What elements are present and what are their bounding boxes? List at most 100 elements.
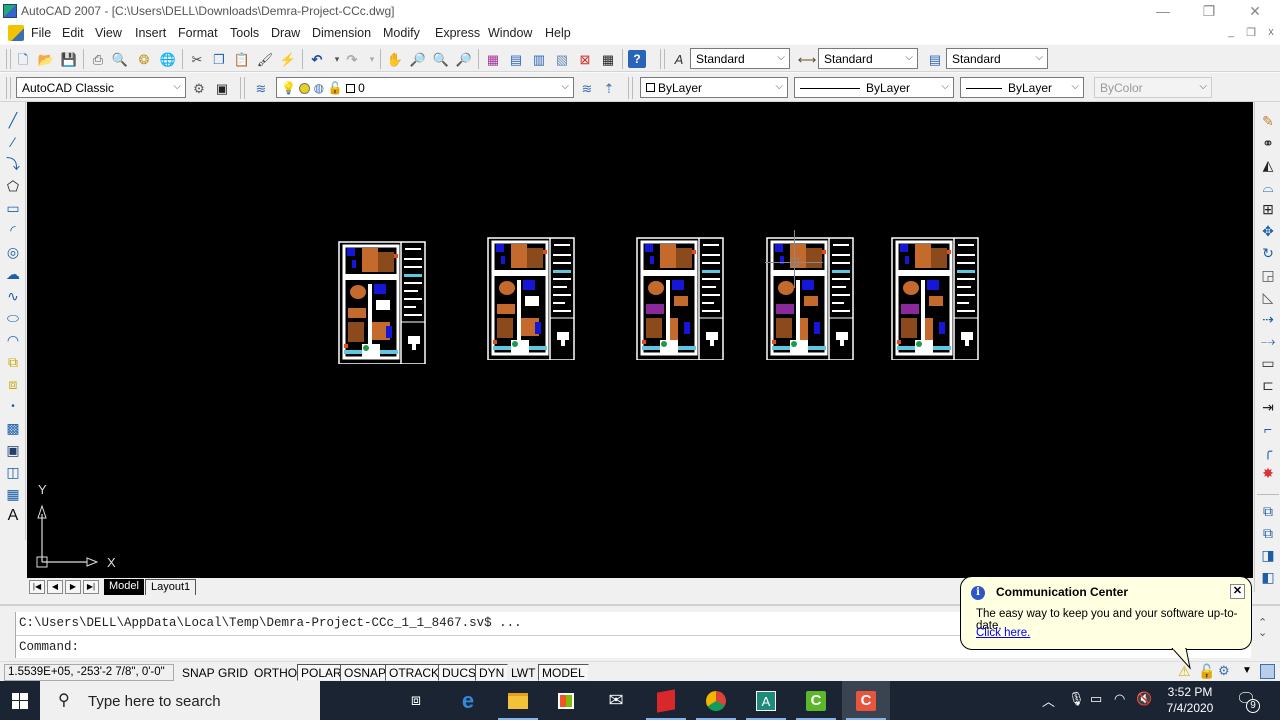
extend-icon[interactable]: ⤍ [1258,332,1278,350]
copy-icon[interactable]: ❐ [210,50,228,68]
array-icon[interactable]: ⊞ [1258,200,1278,218]
autocad-taskbar-icon[interactable]: A [742,681,790,720]
point-icon[interactable]: • [3,397,23,415]
zoom-realtime-icon[interactable]: 🔎 [409,50,427,68]
camtasia-red-icon[interactable]: C [842,681,890,720]
layer-properties-icon[interactable]: ≋ [252,79,270,97]
mirror-icon[interactable]: ◭ [1258,156,1278,174]
publish-icon[interactable]: ❂ [135,50,153,68]
region-icon[interactable]: ◫ [3,463,23,481]
document-icon[interactable] [8,25,24,41]
construction-line-icon[interactable]: ⁄ [3,133,23,151]
camtasia-green-icon[interactable]: C [792,681,840,720]
chamfer-icon[interactable]: ⌐ [1258,420,1278,438]
send-under-icon[interactable]: ◧ [1258,568,1278,586]
fillet-icon[interactable]: ╭ [1258,442,1278,460]
lock-icon[interactable]: 🔓 [1198,663,1215,680]
microphone-icon[interactable]: 🎙 [1068,691,1085,707]
toolbar-grip[interactable] [240,77,245,99]
volume-muted-icon[interactable]: 🔇 [1136,691,1152,707]
markup-icon[interactable]: ⊠ [576,50,594,68]
redo-dropdown-icon[interactable]: ▾ [363,50,381,68]
save-workspace-icon[interactable]: ▣ [213,79,231,97]
command-scroll-arrows[interactable]: ⌃ ⌄ [1258,618,1267,639]
undo-icon[interactable]: ↶ [308,50,326,68]
text-style-select[interactable]: Standard ⌵ [690,48,790,69]
menu-file[interactable]: File [31,26,51,40]
prev-tab-button[interactable]: ◀ [47,580,63,594]
dim-style-select[interactable]: Standard ⌵ [818,48,918,69]
new-icon[interactable]: 🗋 [14,50,32,68]
toolbar-grip[interactable] [628,77,633,99]
bring-to-front-icon[interactable]: ⧉ [1258,502,1278,520]
make-object-layer-current-icon[interactable]: ≋ [578,79,596,97]
linetype-control-select[interactable]: ByLayer ⌵ [794,77,954,98]
doc-restore-button[interactable]: ❐ [1242,26,1260,40]
break-icon[interactable]: ⊏ [1258,376,1278,394]
menu-tools[interactable]: Tools [230,26,259,40]
text-style-icon[interactable]: A [670,50,688,68]
zoom-previous-icon[interactable]: 🔎 [455,50,473,68]
polygon-icon[interactable]: ⬠ [3,177,23,195]
explode-icon[interactable]: ✸ [1258,464,1278,482]
drawing-canvas[interactable]: Y X [27,102,1253,578]
store-icon[interactable] [542,681,590,720]
circle-icon[interactable]: ◎ [3,243,23,261]
file-explorer-icon[interactable] [494,681,542,720]
rotate-icon[interactable]: ↻ [1258,244,1278,262]
arc-icon[interactable]: ◜ [3,221,23,239]
ellipse-icon[interactable]: ⬭ [3,309,23,327]
gradient-icon[interactable]: ▣ [3,441,23,459]
menu-help[interactable]: Help [545,26,571,40]
line-icon[interactable]: ╱ [3,111,23,129]
wifi-icon[interactable]: ◠ [1114,691,1125,707]
lineweight-control-select[interactable]: ByLayer ⌵ [960,77,1084,98]
copy-object-icon[interactable]: ⚭ [1258,134,1278,152]
status-toggle-polar[interactable]: POLAR [297,664,346,681]
doc-close-button[interactable]: x [1262,26,1280,40]
save-icon[interactable]: 💾 [60,50,78,68]
menu-format[interactable]: Format [178,26,218,40]
spline-icon[interactable]: ∿ [3,287,23,305]
edge-icon[interactable]: e [444,681,492,720]
sheet-set-icon[interactable]: ▧ [553,50,571,68]
menu-draw[interactable]: Draw [271,26,300,40]
last-tab-button[interactable]: ▶| [83,580,99,594]
status-toggle-snap[interactable]: SNAP [178,664,219,681]
table-style-icon[interactable]: ▤ [926,50,944,68]
plot-icon[interactable]: ⎙ [89,50,107,68]
cut-icon[interactable]: ✂ [188,50,206,68]
revision-cloud-icon[interactable]: ☁ [3,265,23,283]
offset-icon[interactable]: ⌓ [1258,178,1278,196]
tab-model[interactable]: Model [104,579,144,595]
redo-icon[interactable]: ↷ [343,50,361,68]
hatch-icon[interactable]: ▩ [3,419,23,437]
color-control-select[interactable]: ByLayer ⌵ [640,77,788,98]
scale-icon[interactable]: ◲ [1258,266,1278,284]
clean-screen-icon[interactable] [1260,664,1275,679]
toolbar-grip[interactable] [6,77,11,99]
balloon-link[interactable]: Click here. [976,627,1030,639]
status-toggle-grid[interactable]: GRID [214,664,252,681]
close-button[interactable]: ✕ [1232,2,1278,20]
menu-express[interactable]: Express [435,26,480,40]
polyline-icon[interactable]: ⤵ [3,155,23,173]
rectangle-icon[interactable]: ▭ [3,199,23,217]
multiline-text-icon[interactable]: A [3,507,23,525]
status-toggle-lwt[interactable]: LWT [507,664,539,681]
restore-button[interactable]: ❐ [1186,2,1232,20]
design-center-icon[interactable]: ▤ [507,50,525,68]
trim-icon[interactable]: ⇢ [1258,310,1278,328]
sketchup-icon[interactable] [642,681,690,720]
show-hidden-icons[interactable]: ︿ [1042,691,1055,710]
first-tab-button[interactable]: |◀ [29,580,45,594]
ellipse-arc-icon[interactable]: ◠ [3,331,23,349]
layer-previous-icon[interactable]: ⇡ [600,79,618,97]
workspace-select[interactable]: AutoCAD Classic ⌵ [16,77,186,98]
command-prompt[interactable]: Command: [19,640,79,654]
network-icon[interactable]: ▭ [1090,691,1102,707]
menu-dimension[interactable]: Dimension [312,26,371,40]
cad-standards-icon[interactable]: ⚙ [1218,663,1230,679]
pan-icon[interactable]: ✋ [386,50,404,68]
minimize-button[interactable]: — [1140,2,1186,20]
